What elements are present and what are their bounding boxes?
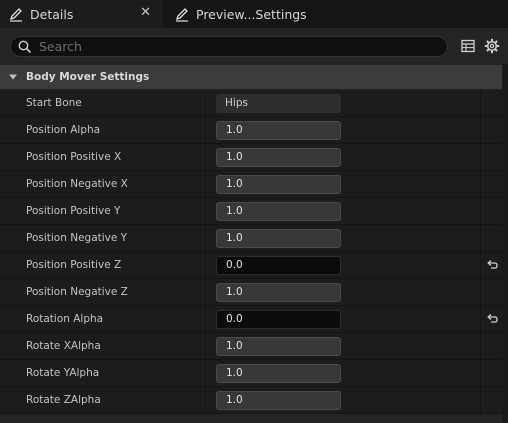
property-row: Position Positive Y 1.0 bbox=[0, 198, 502, 225]
search-icon bbox=[18, 40, 32, 53]
property-row: Rotation Alpha 0.0 bbox=[0, 306, 502, 333]
property-row: Rotate ZAlpha 1.0 bbox=[0, 387, 502, 414]
property-row: Rotate YAlpha 1.0 bbox=[0, 360, 502, 387]
number-field[interactable]: 1.0 bbox=[216, 337, 341, 356]
property-name: Position Positive X bbox=[0, 144, 206, 170]
property-value-cell: 0.0 bbox=[207, 306, 481, 332]
reset-cell bbox=[482, 90, 502, 116]
property-name: Position Alpha bbox=[0, 117, 206, 143]
pencil-icon bbox=[9, 8, 22, 22]
number-field[interactable]: 1.0 bbox=[216, 283, 341, 302]
reset-cell bbox=[482, 387, 502, 413]
property-name: Position Negative Y bbox=[0, 225, 206, 251]
reset-cell bbox=[482, 279, 502, 305]
gear-icon[interactable] bbox=[484, 38, 500, 54]
tab-preview-settings[interactable]: Preview...Settings bbox=[166, 0, 326, 28]
property-row: Start Bone Hips bbox=[0, 90, 502, 117]
property-name: Position Positive Z bbox=[0, 252, 206, 278]
reset-cell bbox=[482, 306, 502, 332]
details-panel: Body Mover Settings Start Bone Hips Positi… bbox=[0, 28, 508, 423]
property-value-cell: 1.0 bbox=[207, 117, 481, 143]
reset-to-default-icon[interactable] bbox=[486, 313, 498, 325]
property-value-cell: 1.0 bbox=[207, 360, 481, 386]
property-row: Position Negative Y 1.0 bbox=[0, 225, 502, 252]
number-field[interactable]: 1.0 bbox=[216, 391, 341, 410]
category-header[interactable]: Body Mover Settings bbox=[0, 65, 502, 89]
property-value-cell: 1.0 bbox=[207, 387, 481, 413]
reset-cell bbox=[482, 252, 502, 278]
tab-label: Details bbox=[30, 6, 74, 22]
property-row: Position Alpha 1.0 bbox=[0, 117, 502, 144]
property-name: Position Negative Z bbox=[0, 279, 206, 305]
property-name: Rotate XAlpha bbox=[0, 333, 206, 359]
property-row: Position Positive X 1.0 bbox=[0, 144, 502, 171]
scrollbar[interactable] bbox=[502, 64, 508, 423]
property-value-cell: 1.0 bbox=[207, 225, 481, 251]
property-name: Position Positive Y bbox=[0, 198, 206, 224]
search-input[interactable] bbox=[39, 39, 419, 54]
reset-cell bbox=[482, 171, 502, 197]
close-icon[interactable]: ✕ bbox=[140, 6, 151, 20]
property-row: Position Negative X 1.0 bbox=[0, 171, 502, 198]
number-field[interactable]: 1.0 bbox=[216, 121, 341, 140]
property-name: Rotate ZAlpha bbox=[0, 387, 206, 413]
tab-bar: Details ✕ Preview...Settings bbox=[0, 0, 508, 28]
chevron-down-icon[interactable] bbox=[8, 72, 18, 82]
bone-picker[interactable]: Hips bbox=[216, 94, 341, 113]
number-field[interactable]: 1.0 bbox=[216, 229, 341, 248]
tab-details[interactable]: Details ✕ bbox=[0, 0, 163, 28]
reset-cell bbox=[482, 117, 502, 143]
number-field[interactable]: 1.0 bbox=[216, 202, 341, 221]
property-value-cell: 1.0 bbox=[207, 333, 481, 359]
number-field[interactable]: 1.0 bbox=[216, 148, 341, 167]
number-field[interactable]: 1.0 bbox=[216, 364, 341, 383]
number-field[interactable]: 0.0 bbox=[216, 310, 341, 329]
pencil-icon bbox=[175, 8, 188, 22]
property-value-cell: Hips bbox=[207, 90, 481, 116]
reset-cell bbox=[482, 360, 502, 386]
search-box[interactable] bbox=[10, 36, 448, 57]
property-value-cell: 1.0 bbox=[207, 171, 481, 197]
tab-label: Preview...Settings bbox=[196, 6, 307, 22]
property-value-cell: 0.0 bbox=[207, 252, 481, 278]
property-row: Position Negative Z 1.0 bbox=[0, 279, 502, 306]
reset-cell bbox=[482, 144, 502, 170]
property-value-cell: 1.0 bbox=[207, 279, 481, 305]
property-list: Start Bone Hips Position Alpha 1.0 Position … bbox=[0, 90, 502, 414]
property-name: Position Negative X bbox=[0, 171, 206, 197]
number-field[interactable]: 1.0 bbox=[216, 175, 341, 194]
reset-cell bbox=[482, 198, 502, 224]
property-value-cell: 1.0 bbox=[207, 144, 481, 170]
property-name: Rotate YAlpha bbox=[0, 360, 206, 386]
property-row: Position Positive Z 0.0 bbox=[0, 252, 502, 279]
property-name: Start Bone bbox=[0, 90, 206, 116]
property-row: Rotate XAlpha 1.0 bbox=[0, 333, 502, 360]
reset-cell bbox=[482, 333, 502, 359]
reset-to-default-icon[interactable] bbox=[486, 259, 498, 271]
number-field[interactable]: 0.0 bbox=[216, 256, 341, 275]
reset-cell bbox=[482, 225, 502, 251]
property-value-cell: 1.0 bbox=[207, 198, 481, 224]
property-name: Rotation Alpha bbox=[0, 306, 206, 332]
category-label: Body Mover Settings bbox=[26, 71, 150, 83]
search-row bbox=[0, 28, 508, 64]
table-view-icon[interactable] bbox=[460, 38, 476, 54]
